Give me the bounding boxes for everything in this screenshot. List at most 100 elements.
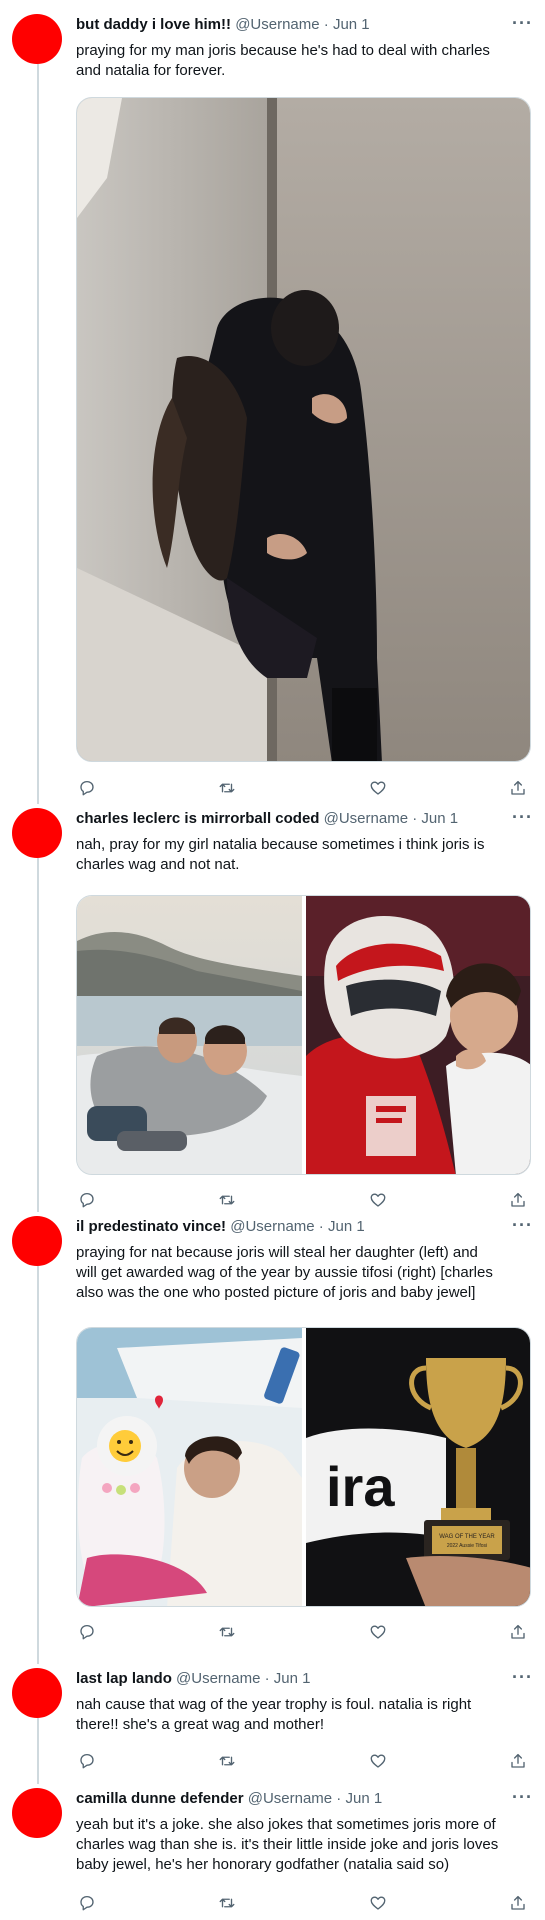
display-name[interactable]: but daddy i love him!!	[76, 16, 231, 33]
tweet-text-line: praying for my man joris because he's ha…	[76, 42, 490, 59]
timestamp[interactable]: Jun 1	[274, 1670, 311, 1687]
tweet-photo-grid	[76, 895, 531, 1175]
tweet-header: but daddy i love him!! @Username · Jun 1…	[76, 12, 533, 36]
like-icon	[370, 1754, 386, 1768]
racing-garage-photo	[306, 896, 530, 1174]
reply-icon	[80, 780, 94, 796]
separator-dot: ·	[314, 1218, 328, 1235]
tweet-text-line: nah, pray for my girl natalia because so…	[76, 836, 485, 853]
tweet-photo[interactable]	[77, 896, 302, 1174]
retweet-icon	[219, 1195, 235, 1205]
retweet-button[interactable]	[216, 1892, 238, 1914]
share-button[interactable]	[507, 1892, 529, 1914]
selfie-with-baby-photo	[77, 1328, 302, 1606]
avatar[interactable]	[12, 1668, 62, 1718]
timestamp[interactable]: Jun 1	[328, 1218, 365, 1235]
tweet-text-line: yeah but it's a joke. she also jokes tha…	[76, 1816, 496, 1833]
username[interactable]: @Username	[235, 16, 319, 33]
share-icon	[511, 1192, 525, 1207]
tweet-text-line: there!! she's a great wag and mother!	[76, 1716, 325, 1733]
reply-icon	[80, 1624, 94, 1640]
tweet[interactable]: charles leclerc is mirrorball coded @Use…	[0, 806, 545, 1213]
reply-button[interactable]	[76, 1750, 98, 1772]
username[interactable]: @Username	[176, 1670, 260, 1687]
display-name[interactable]: charles leclerc is mirrorball coded	[76, 810, 319, 827]
reply-button[interactable]	[76, 1621, 98, 1643]
share-button[interactable]	[507, 777, 529, 799]
tweet-header: il predestinato vince! @Username · Jun 1…	[76, 1214, 533, 1238]
more-icon[interactable]: ···	[512, 1786, 533, 1808]
more-icon[interactable]: ···	[512, 806, 533, 828]
tweet-photo[interactable]: ira WAG OF THE YEAR 2022 Aussie Tifosi	[306, 1328, 530, 1606]
tweet[interactable]: last lap lando @Username · Jun 1 ··· nah…	[0, 1666, 545, 1786]
share-button[interactable]	[507, 1621, 529, 1643]
avatar[interactable]	[12, 808, 62, 858]
like-button[interactable]	[367, 1621, 389, 1643]
share-button[interactable]	[507, 1750, 529, 1772]
username[interactable]: @Username	[248, 1790, 332, 1807]
boat-photo	[77, 896, 302, 1174]
tweet-text-line: and natalia for forever.	[76, 62, 226, 79]
tweet[interactable]: camilla dunne defender @Username · Jun 1…	[0, 1786, 545, 1920]
tweet-photo[interactable]	[77, 1328, 302, 1606]
tweet[interactable]: il predestinato vince! @Username · Jun 1…	[0, 1214, 545, 1666]
retweet-button[interactable]	[216, 1621, 238, 1643]
username[interactable]: @Username	[324, 810, 408, 827]
separator-dot: ·	[260, 1670, 274, 1687]
tweet[interactable]: but daddy i love him!! @Username · Jun 1…	[0, 12, 545, 804]
display-name[interactable]: camilla dunne defender	[76, 1790, 244, 1807]
share-icon	[511, 1624, 525, 1639]
more-icon[interactable]: ···	[512, 1666, 533, 1688]
username[interactable]: @Username	[230, 1218, 314, 1235]
reply-icon	[80, 1192, 94, 1208]
reply-icon	[80, 1895, 94, 1911]
avatar[interactable]	[12, 1216, 62, 1266]
retweet-icon	[219, 1898, 235, 1908]
share-button[interactable]	[507, 1189, 529, 1211]
tweet-text-line: charles wag and not nat.	[76, 856, 240, 873]
like-button[interactable]	[367, 1892, 389, 1914]
reply-button[interactable]	[76, 1189, 98, 1211]
reply-button[interactable]	[76, 1892, 98, 1914]
like-icon	[370, 1896, 386, 1910]
tweet-text: praying for my man joris because he's ha…	[76, 41, 531, 81]
like-icon	[370, 781, 386, 795]
tweet-actions	[76, 1621, 531, 1643]
tweet-text: yeah but it's a joke. she also jokes tha…	[76, 1815, 531, 1875]
retweet-button[interactable]	[216, 1750, 238, 1772]
avatar[interactable]	[12, 14, 62, 64]
separator-dot: ·	[319, 16, 333, 33]
tweet-photo[interactable]	[306, 896, 530, 1174]
more-icon[interactable]: ···	[512, 12, 533, 34]
like-button[interactable]	[367, 1750, 389, 1772]
avatar[interactable]	[12, 1788, 62, 1838]
share-icon	[511, 780, 525, 795]
timestamp[interactable]: Jun 1	[421, 810, 458, 827]
tweet-photo-grid: ira WAG OF THE YEAR 2022 Aussie Tifosi	[76, 1327, 531, 1607]
tweet-photo[interactable]	[76, 97, 531, 762]
like-button[interactable]	[367, 1189, 389, 1211]
timestamp[interactable]: Jun 1	[333, 16, 370, 33]
plaque-title: WAG OF THE YEAR	[439, 1534, 495, 1540]
tweet-text-line: will get awarded wag of the year by auss…	[76, 1264, 493, 1281]
tweet-text-line: also was the one who posted picture of j…	[76, 1284, 476, 1301]
display-name[interactable]: il predestinato vince!	[76, 1218, 226, 1235]
like-button[interactable]	[367, 777, 389, 799]
timestamp[interactable]: Jun 1	[345, 1790, 382, 1807]
trophy-photo: ira WAG OF THE YEAR 2022 Aussie Tifosi	[306, 1328, 530, 1606]
reply-button[interactable]	[76, 777, 98, 799]
plaque-subtitle: 2022 Aussie Tifosi	[447, 1543, 487, 1549]
retweet-button[interactable]	[216, 1189, 238, 1211]
more-icon[interactable]: ···	[512, 1214, 533, 1236]
retweet-button[interactable]	[216, 777, 238, 799]
couple-hug-photo	[77, 98, 530, 761]
tweet-text: nah cause that wag of the year trophy is…	[76, 1695, 531, 1735]
tweet-text-line: charles wag than she is. it's their litt…	[76, 1836, 499, 1853]
display-name[interactable]: last lap lando	[76, 1670, 172, 1687]
tweet-header: camilla dunne defender @Username · Jun 1…	[76, 1786, 533, 1810]
reply-icon	[80, 1753, 94, 1769]
tweet-actions	[76, 777, 531, 799]
tweet-text: nah, pray for my girl natalia because so…	[76, 835, 531, 875]
tweet-text-line: nah cause that wag of the year trophy is…	[76, 1696, 472, 1713]
separator-dot: ·	[332, 1790, 346, 1807]
